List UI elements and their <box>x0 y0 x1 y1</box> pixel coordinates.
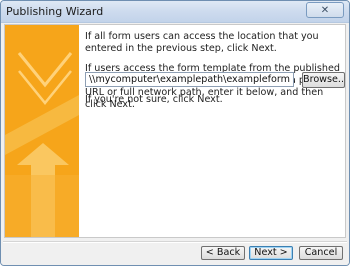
hint-text: If you're not sure, click Next. <box>85 94 223 105</box>
path-row: Browse... <box>85 72 345 88</box>
cancel-button[interactable]: Cancel <box>299 246 343 260</box>
alternate-path-input[interactable] <box>85 72 294 87</box>
footer-separator <box>3 241 347 243</box>
publishing-wizard-dialog: Publishing Wizard ✕ If all form users ca… <box>0 0 350 266</box>
title-bar: Publishing Wizard ✕ <box>1 1 349 23</box>
instruction-paragraph-1: If all form users can access the locatio… <box>85 31 319 54</box>
close-icon: ✕ <box>320 4 330 16</box>
browse-button[interactable]: Browse... <box>302 72 345 88</box>
window-title: Publishing Wizard <box>6 5 104 18</box>
wizard-banner-image <box>5 25 79 237</box>
close-button[interactable]: ✕ <box>306 2 344 18</box>
back-button[interactable]: < Back <box>201 246 245 260</box>
next-button[interactable]: Next > <box>249 246 293 260</box>
dialog-client-area: If all form users can access the locatio… <box>1 23 349 265</box>
banner-graphic <box>5 25 79 237</box>
wizard-content-panel: If all form users can access the locatio… <box>4 24 346 238</box>
